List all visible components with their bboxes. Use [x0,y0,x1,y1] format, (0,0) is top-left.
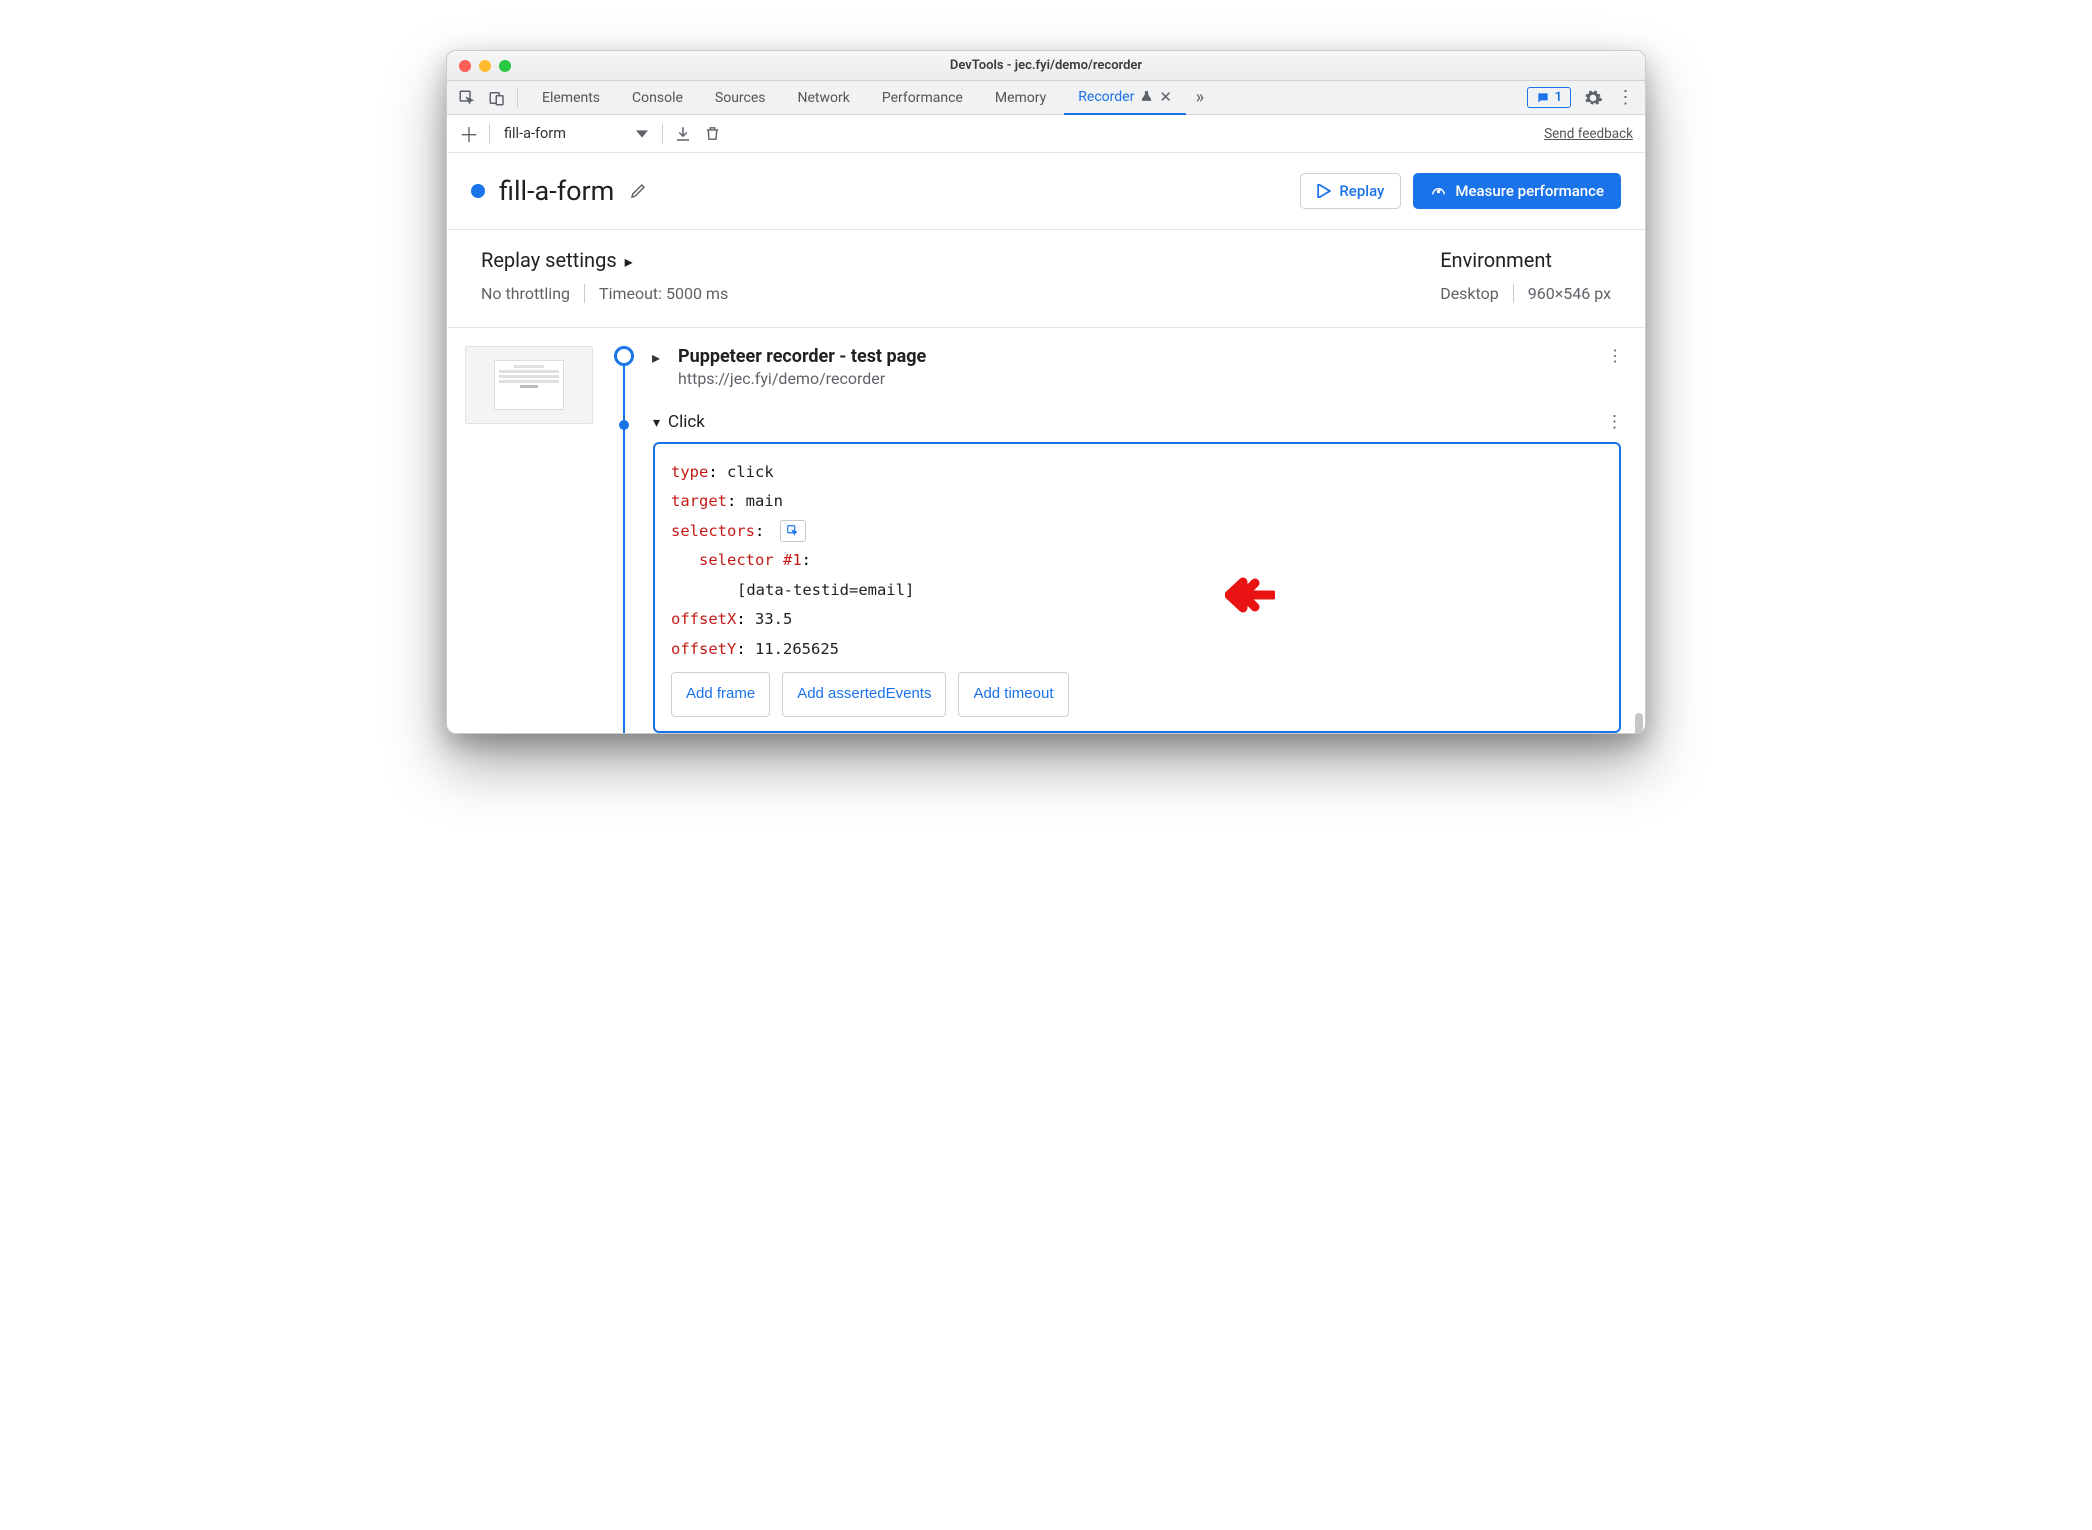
step-node-dot [619,420,629,430]
add-frame-button[interactable]: Add frame [671,672,770,717]
collapse-step-icon[interactable] [653,412,660,432]
device-value: Desktop [1440,284,1499,303]
step-initial-url: https://jec.fyi/demo/recorder [678,369,1589,388]
recording-title: fill-a-form [499,175,614,207]
chevron-down-icon [636,128,648,140]
val-type[interactable]: click [727,463,774,481]
add-asserted-events-button[interactable]: Add assertedEvents [782,672,946,717]
key-selectors: selectors [671,522,755,540]
annotation-arrow-icon [1225,574,1275,616]
devtools-tabs: Elements Console Sources Network Perform… [447,81,1645,115]
issues-chip[interactable]: 1 [1527,87,1571,108]
tab-recorder[interactable]: Recorder ✕ [1064,81,1186,115]
traffic-lights [459,60,511,72]
step-click-label: Click [668,412,705,432]
measure-label: Measure performance [1455,182,1604,200]
val-selector-1[interactable]: [data-testid=email] [737,581,914,599]
device-toolbar-icon[interactable] [487,88,507,108]
throttling-value: No throttling [481,284,570,303]
val-offsetx[interactable]: 33.5 [755,610,792,628]
tab-network[interactable]: Network [784,81,864,115]
key-target: target [671,492,727,510]
kebab-menu-icon[interactable]: ⋮ [1615,88,1635,108]
recording-select-label: fill-a-form [504,125,566,142]
val-offsety[interactable]: 11.265625 [755,640,839,658]
maximize-window-button[interactable] [499,60,511,72]
key-offsety: offsetY [671,640,736,658]
timeline: Puppeteer recorder - test page https://j… [609,346,1645,733]
scrollbar[interactable] [1635,713,1643,734]
recording-header: fill-a-form Replay Measure performance [447,153,1645,230]
pick-selector-icon[interactable] [780,520,806,542]
close-window-button[interactable] [459,60,471,72]
edit-title-icon[interactable] [628,181,648,201]
settings-row: Replay settings No throttling Timeout: 5… [447,230,1645,328]
devtools-window: DevTools - jec.fyi/demo/recorder Element… [446,50,1646,734]
step-initial-title: Puppeteer recorder - test page [678,346,1589,367]
timeline-area: Puppeteer recorder - test page https://j… [447,328,1645,733]
delete-icon[interactable] [703,124,723,144]
recording-select[interactable]: fill-a-form [500,125,652,142]
measure-performance-button[interactable]: Measure performance [1413,173,1621,209]
tab-memory[interactable]: Memory [981,81,1060,115]
page-thumbnail [465,346,593,424]
send-feedback-link[interactable]: Send feedback [1544,126,1633,142]
recording-status-dot [471,184,485,198]
replay-label: Replay [1339,182,1384,200]
issues-icon [1536,91,1550,105]
recorder-toolbar: ＋ fill-a-form Send feedback [447,115,1645,153]
tab-performance[interactable]: Performance [868,81,977,115]
timeout-value: Timeout: 5000 ms [599,284,728,303]
add-timeout-button[interactable]: Add timeout [958,672,1068,717]
val-target[interactable]: main [746,492,783,510]
flask-icon [1140,90,1153,103]
gauge-icon [1430,183,1447,200]
window-title: DevTools - jec.fyi/demo/recorder [447,58,1645,73]
environment-heading: Environment [1440,248,1611,272]
dimensions-value: 960×546 px [1528,284,1611,303]
key-selector-1: selector #1 [699,551,802,569]
play-icon [1317,184,1331,198]
step-menu-icon[interactable]: ⋮ [1607,346,1627,365]
replay-settings-heading[interactable]: Replay settings [481,248,728,272]
replay-button[interactable]: Replay [1300,173,1401,209]
step-node-icon [614,346,634,366]
more-tabs-icon[interactable]: » [1190,88,1210,108]
expand-step-icon[interactable] [652,348,660,367]
step-details-panel: type: click target: main selectors: sele… [653,442,1621,733]
caret-right-icon [625,248,633,272]
tab-console[interactable]: Console [618,81,697,115]
inspect-element-icon[interactable] [457,88,477,108]
key-offsetx: offsetX [671,610,736,628]
step-click-menu-icon[interactable]: ⋮ [1606,412,1627,432]
issues-count: 1 [1555,90,1562,105]
settings-gear-icon[interactable] [1583,88,1603,108]
tab-elements[interactable]: Elements [528,81,614,115]
tab-recorder-label: Recorder [1078,89,1134,105]
export-icon[interactable] [673,124,693,144]
titlebar: DevTools - jec.fyi/demo/recorder [447,51,1645,81]
tab-sources[interactable]: Sources [701,81,780,115]
step-initial: Puppeteer recorder - test page https://j… [609,346,1627,388]
add-recording-icon[interactable]: ＋ [459,124,479,144]
close-tab-icon[interactable]: ✕ [1159,88,1172,106]
minimize-window-button[interactable] [479,60,491,72]
step-click: Click ⋮ type: click target: main selecto… [609,412,1627,733]
key-type: type [671,463,708,481]
